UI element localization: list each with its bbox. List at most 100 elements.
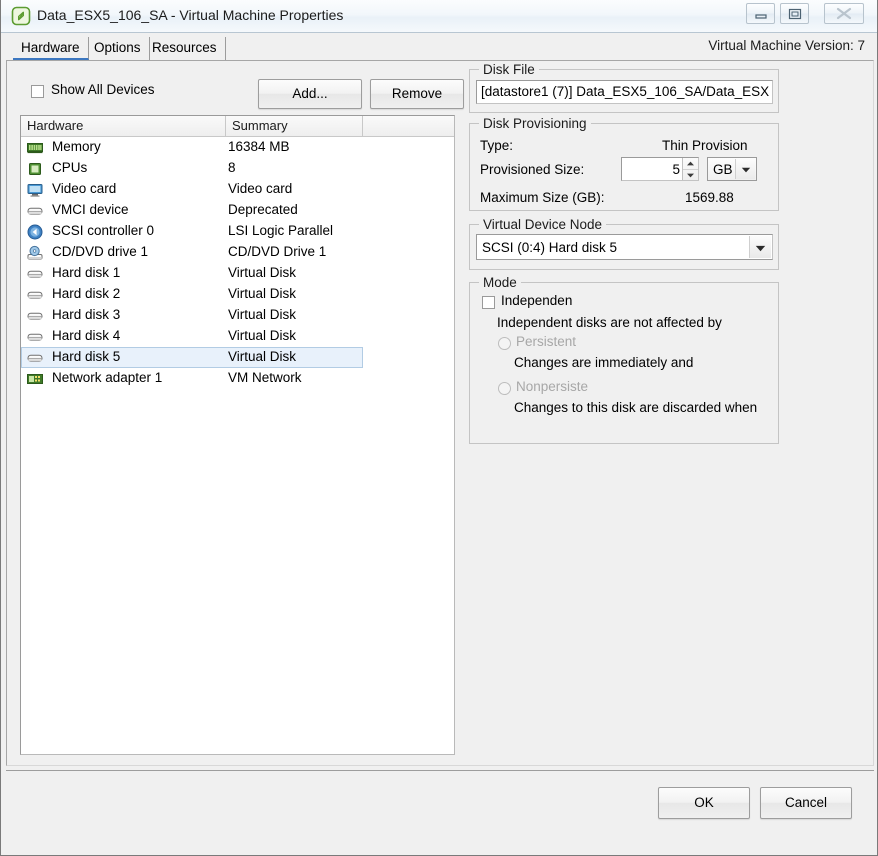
virtual-device-node-group: Virtual Device Node SCSI (0:4) Hard disk… — [469, 217, 779, 270]
tab-strip: Hardware Options Resources Virtual Machi… — [1, 33, 877, 61]
table-row[interactable]: Hard disk 2 Virtual Disk — [21, 284, 454, 305]
independent-checkbox[interactable] — [482, 296, 495, 309]
device-summary: CD/DVD Drive 1 — [228, 244, 327, 259]
device-name: Hard disk 4 — [52, 328, 121, 343]
device-summary: VM Network — [228, 370, 302, 385]
hard-disk-icon — [27, 266, 43, 282]
device-name: Memory — [52, 139, 101, 154]
hardware-tab-panel: Show All Devices Add... Remove Hardware … — [6, 60, 874, 766]
disk-file-group: Disk File [datastore1 (7)] Data_ESX5_106… — [469, 62, 779, 113]
vmci-device-icon — [27, 203, 43, 219]
column-header-hardware[interactable]: Hardware — [21, 116, 226, 136]
device-name: VMCI device — [52, 202, 129, 217]
table-row[interactable]: Network adapter 1 VM Network — [21, 368, 454, 389]
table-row[interactable]: CD/DVD drive 1 CD/DVD Drive 1 — [21, 242, 454, 263]
close-icon[interactable] — [824, 3, 864, 24]
minimize-icon[interactable] — [746, 3, 775, 24]
disk-provisioning-group-title: Disk Provisioning — [479, 116, 591, 131]
column-header-summary[interactable]: Summary — [226, 116, 363, 136]
show-all-devices-checkbox[interactable] — [31, 85, 44, 98]
virtual-device-node-select[interactable]: SCSI (0:4) Hard disk 5 — [476, 234, 773, 260]
cd-dvd-drive-icon — [27, 245, 43, 261]
device-name: Hard disk 3 — [52, 307, 121, 322]
disk-file-input[interactable]: [datastore1 (7)] Data_ESX5_106_SA/Data_E… — [476, 80, 773, 104]
cancel-button[interactable]: Cancel — [760, 787, 852, 819]
tab-options[interactable]: Options — [86, 37, 150, 60]
provisioned-size-value: 5 — [672, 162, 680, 177]
table-row[interactable]: Hard disk 4 Virtual Disk — [21, 326, 454, 347]
remove-button[interactable]: Remove — [370, 79, 464, 109]
device-summary: Virtual Disk — [228, 265, 297, 280]
independent-description: Independent disks are not affected by — [497, 315, 722, 330]
device-summary: Deprecated — [228, 202, 298, 217]
hard-disk-icon — [27, 350, 43, 366]
device-name: CPUs — [52, 160, 88, 175]
nonpersistent-description: Changes to this disk are discarded when — [514, 400, 758, 415]
table-row[interactable]: CPUs 8 — [21, 158, 454, 179]
table-row[interactable]: SCSI controller 0 LSI Logic Parallel — [21, 221, 454, 242]
add-button[interactable]: Add... — [258, 79, 362, 109]
hard-disk-icon — [27, 329, 43, 345]
ok-button[interactable]: OK — [658, 787, 750, 819]
tab-hardware[interactable]: Hardware — [13, 37, 89, 60]
disk-provisioning-group: Disk Provisioning Type: Thin Provision P… — [469, 116, 779, 211]
hardware-list-body: Memory 16384 MB CPUs 8 Video card Video card V… — [21, 137, 454, 389]
table-row[interactable]: VMCI device Deprecated — [21, 200, 454, 221]
table-row[interactable]: Memory 16384 MB — [21, 137, 454, 158]
chevron-down-icon[interactable] — [735, 159, 755, 179]
mode-group: Mode Independen Independent disks are no… — [469, 275, 779, 444]
virtual-device-node-group-title: Virtual Device Node — [479, 217, 607, 232]
window-titlebar: Data_ESX5_106_SA - Virtual Machine Prope… — [1, 0, 877, 33]
device-name: Hard disk 5 — [52, 349, 121, 364]
independent-label: Independen — [501, 293, 573, 308]
device-summary: LSI Logic Parallel — [228, 223, 334, 238]
table-row[interactable]: Video card Video card — [21, 179, 454, 200]
table-row[interactable]: Hard disk 3 Virtual Disk — [21, 305, 454, 326]
device-name: Video card — [52, 181, 117, 196]
device-name: SCSI controller 0 — [52, 223, 155, 238]
tab-resources[interactable]: Resources — [144, 37, 226, 60]
provisioned-size-stepper[interactable]: 5 — [621, 157, 699, 181]
device-summary: 8 — [228, 160, 236, 175]
device-summary: Video card — [228, 181, 293, 196]
device-summary: 16384 MB — [228, 139, 290, 154]
table-row[interactable]: Hard disk 1 Virtual Disk — [21, 263, 454, 284]
hard-disk-icon — [27, 287, 43, 303]
size-unit-value: GB — [713, 162, 733, 177]
table-row[interactable]: Hard disk 5 Virtual Disk — [21, 347, 454, 368]
stepper-buttons[interactable] — [682, 158, 698, 180]
window-title: Data_ESX5_106_SA - Virtual Machine Prope… — [37, 7, 344, 23]
chevron-down-icon[interactable] — [749, 236, 771, 258]
device-summary: Virtual Disk — [228, 286, 297, 301]
persistent-radio[interactable] — [498, 337, 511, 350]
dialog-footer: OK Cancel — [6, 770, 874, 847]
device-toolbar: Show All Devices Add... Remove — [20, 73, 464, 111]
maximize-icon[interactable] — [780, 3, 809, 24]
vm-version-label: Virtual Machine Version: 7 — [708, 38, 865, 53]
disk-file-group-title: Disk File — [479, 62, 539, 77]
persistent-label: Persistent — [516, 334, 577, 349]
hardware-list[interactable]: Hardware Summary Memory 16384 MB CPUs 8 Vide… — [20, 115, 455, 755]
stepper-up-icon[interactable] — [683, 158, 698, 170]
mode-group-title: Mode — [479, 275, 521, 290]
stepper-down-icon[interactable] — [683, 170, 698, 181]
maximum-size-label: Maximum Size (GB): — [480, 190, 605, 205]
cpu-icon — [27, 161, 43, 177]
network-adapter-icon — [27, 371, 43, 387]
hardware-list-header: Hardware Summary — [21, 116, 454, 137]
device-name: Hard disk 2 — [52, 286, 121, 301]
column-header-blank[interactable] — [363, 116, 454, 136]
nonpersistent-label: Nonpersiste — [516, 379, 589, 394]
disk-type-value: Thin Provision — [662, 138, 748, 153]
size-unit-select[interactable]: GB — [707, 157, 757, 181]
device-summary: Virtual Disk — [228, 307, 297, 322]
scsi-controller-icon — [27, 224, 43, 240]
device-summary: Virtual Disk — [228, 328, 297, 343]
device-name: Network adapter 1 — [52, 370, 163, 385]
video-card-icon — [27, 182, 43, 198]
nonpersistent-radio[interactable] — [498, 382, 511, 395]
vm-icon — [11, 6, 31, 26]
virtual-device-node-value: SCSI (0:4) Hard disk 5 — [482, 240, 618, 255]
disk-type-label: Type: — [480, 138, 514, 153]
maximum-size-value: 1569.88 — [685, 190, 734, 205]
